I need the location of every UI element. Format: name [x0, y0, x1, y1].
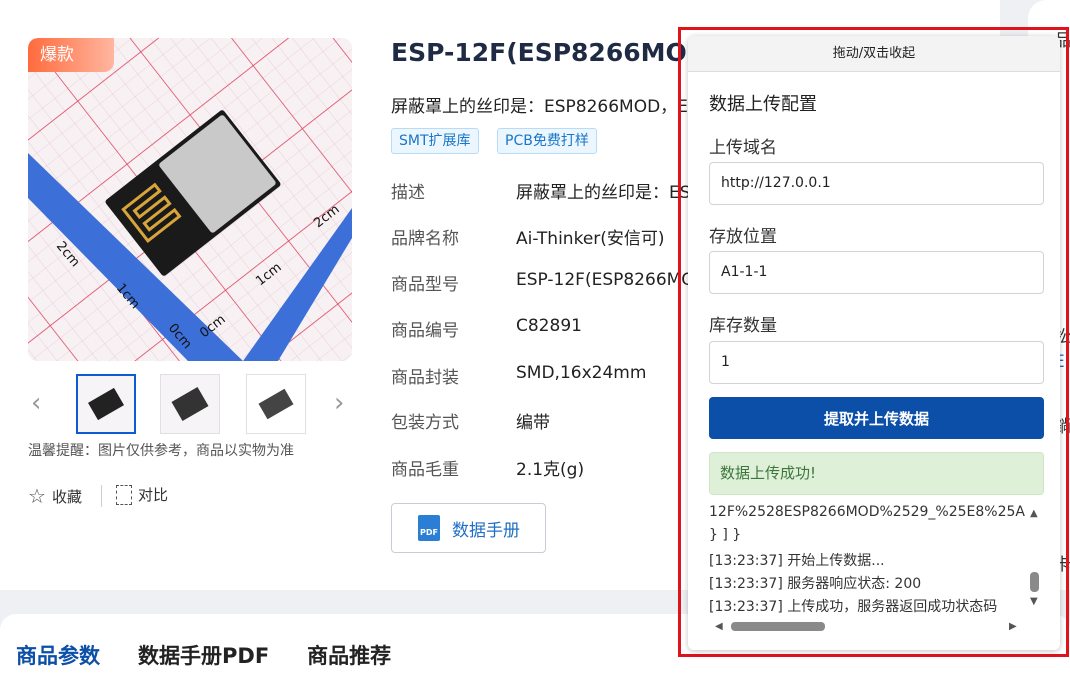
scroll-left-icon[interactable]: ◀ [715, 621, 723, 632]
compare-icon [116, 484, 132, 505]
scroll-up-icon[interactable]: ▲ [1030, 508, 1038, 519]
log-line: [13:23:37] 服务器响应状态: 200 [709, 576, 922, 592]
module-photo: 2cm 2cm 1cm 1cm 0cm 0cm [28, 38, 352, 361]
thumbnail[interactable] [160, 374, 220, 434]
star-icon: ☆ [28, 484, 46, 508]
product-subtitle: 屏蔽罩上的丝印是：ESP8266MOD，E [391, 97, 688, 117]
spec-key: 商品型号 [391, 275, 459, 295]
vertical-scrollbar[interactable]: ▲ ▼ [1026, 508, 1044, 610]
thumbnail-strip: ‹ › [28, 372, 352, 436]
tag-smt[interactable]: SMT扩展库 [391, 128, 479, 154]
quantity-label: 库存数量 [709, 316, 777, 336]
tab-product-params[interactable]: 商品参数 [16, 640, 100, 670]
pdf-icon: PDF [418, 515, 440, 541]
chevron-left-icon[interactable]: ‹ [31, 388, 41, 418]
spec-value: 2.1克(g) [516, 460, 585, 480]
thumbnail[interactable] [246, 374, 306, 434]
compare-label: 对比 [138, 486, 169, 504]
tab-datasheet-pdf[interactable]: 数据手册PDF [138, 640, 269, 670]
location-label: 存放位置 [709, 227, 777, 247]
tag-pcb[interactable]: PCB免费打样 [497, 128, 597, 154]
horizontal-scroll-thumb[interactable] [731, 622, 825, 631]
hot-badge: 爆款 [28, 38, 114, 72]
favorite-button[interactable]: ☆ 收藏 [28, 484, 82, 508]
datasheet-label: 数据手册 [452, 520, 520, 541]
tab-recommendations[interactable]: 商品推荐 [307, 640, 391, 670]
scroll-down-icon[interactable]: ▼ [1030, 596, 1038, 607]
horizontal-scrollbar[interactable]: ◀ ▶ [709, 618, 1027, 636]
log-output[interactable]: 12F%2528ESP8266MOD%2529_%25E8%25A } ] } … [709, 502, 1044, 636]
success-message: 数据上传成功! [709, 452, 1044, 495]
panel-title: 数据上传配置 [709, 94, 817, 115]
spec-value: C82891 [516, 316, 582, 336]
scroll-right-icon[interactable]: ▶ [1009, 621, 1017, 632]
spec-value: Ai-Thinker(安信可) [516, 229, 665, 249]
quantity-input[interactable]: 1 [709, 341, 1044, 384]
spec-key: 商品编号 [391, 321, 459, 341]
compare-button[interactable]: 对比 [116, 484, 168, 505]
spec-key: 描述 [391, 183, 425, 203]
chevron-right-icon[interactable]: › [334, 388, 344, 418]
spec-value: 编带 [516, 413, 550, 433]
domain-label: 上传域名 [709, 138, 777, 158]
log-line: } ] } [709, 527, 742, 543]
spec-value: ESP-12F(ESP8266MO [516, 270, 695, 290]
log-line: [13:23:37] 上传成功，服务器返回成功状态码 [709, 599, 998, 615]
product-main-image[interactable]: 2cm 2cm 1cm 1cm 0cm 0cm 爆款 [28, 38, 352, 361]
datasheet-button[interactable]: PDF 数据手册 [391, 503, 546, 553]
thumbnail[interactable] [76, 374, 136, 434]
domain-input[interactable]: http://127.0.0.1 [709, 162, 1044, 205]
drag-handle[interactable]: 拖动/双击收起 [688, 36, 1060, 72]
favorite-label: 收藏 [51, 487, 82, 506]
extract-upload-button[interactable]: 提取并上传数据 [709, 397, 1044, 439]
product-title: ESP-12F(ESP8266MOD) [391, 38, 719, 67]
spec-value: 屏蔽罩上的丝印是：ES [516, 183, 691, 203]
spec-key: 商品毛重 [391, 460, 459, 480]
spec-key: 商品封装 [391, 368, 459, 388]
spec-key: 包装方式 [391, 413, 459, 433]
spec-key: 品牌名称 [391, 229, 459, 249]
upload-popup-highlight: 拖动/双击收起 数据上传配置 上传域名 http://127.0.0.1 存放位… [678, 27, 1069, 657]
divider [101, 485, 102, 507]
upload-config-panel: 拖动/双击收起 数据上传配置 上传域名 http://127.0.0.1 存放位… [688, 36, 1060, 650]
image-tip: 温馨提醒：图片仅供参考，商品以实物为准 [28, 443, 294, 459]
log-line: 12F%2528ESP8266MOD%2529_%25E8%25A [709, 504, 1025, 520]
log-line: [13:23:37] 开始上传数据... [709, 553, 885, 569]
vertical-scroll-thumb[interactable] [1030, 572, 1039, 592]
spec-value: SMD,16x24mm [516, 363, 647, 383]
location-input[interactable]: A1-1-1 [709, 251, 1044, 294]
